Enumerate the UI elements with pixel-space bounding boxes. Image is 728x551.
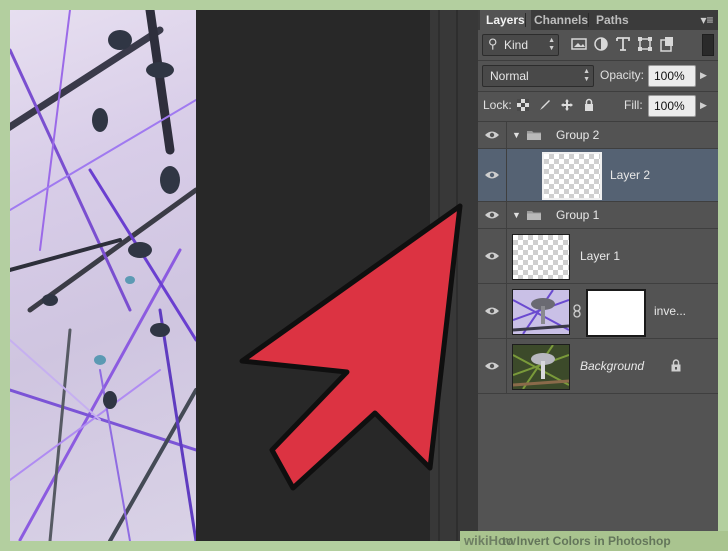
watermark-bar: wikiHow to Invert Colors in Photoshop bbox=[460, 531, 728, 551]
logo-wiki: wiki bbox=[464, 533, 489, 548]
photoshop-workspace: Layers Channels Paths ▾≡ ⚲ Kind ▲ ▼ Norm… bbox=[10, 10, 718, 541]
red-pointer-arrow-icon bbox=[239, 203, 463, 491]
article-title: to Invert Colors in Photoshop bbox=[502, 534, 671, 548]
